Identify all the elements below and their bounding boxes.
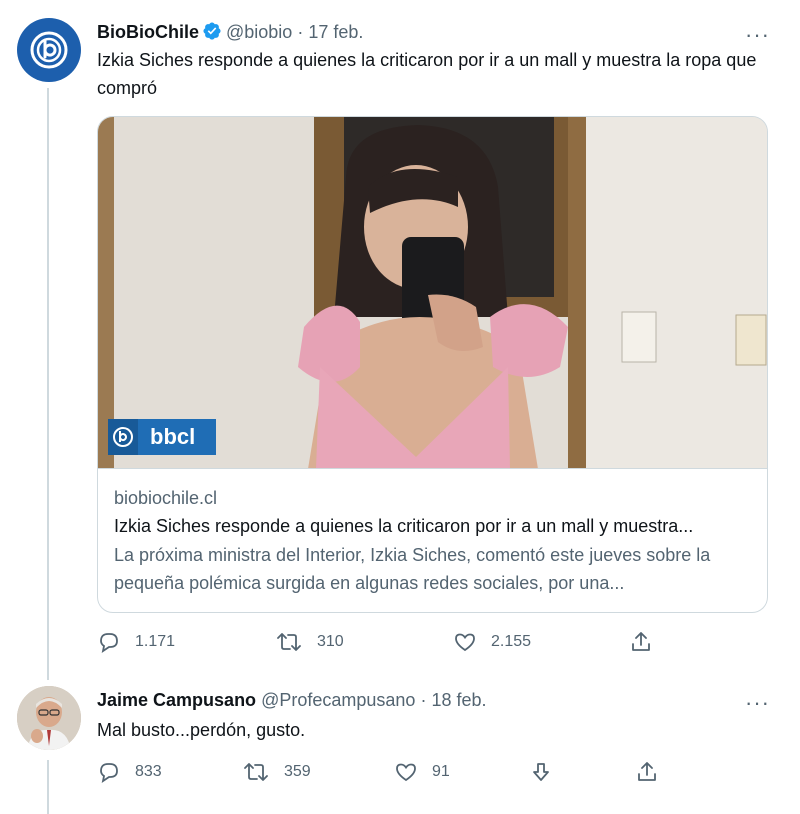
thread-line bbox=[47, 88, 49, 680]
card-title: Izkia Siches responde a quienes la criti… bbox=[114, 516, 694, 536]
tweet-date[interactable]: 17 feb. bbox=[308, 22, 363, 42]
reply-button[interactable]: 1.171 bbox=[97, 630, 275, 654]
tweet-header: Jaime Campusano @Profecampusano · 18 feb… bbox=[97, 688, 487, 712]
more-icon[interactable]: ··· bbox=[745, 24, 770, 46]
tweet-text: Izkia Siches responde a quienes la criti… bbox=[97, 50, 757, 98]
downvote-button[interactable] bbox=[529, 760, 635, 784]
share-button[interactable] bbox=[635, 760, 659, 784]
separator: · bbox=[420, 690, 427, 710]
tweet-date[interactable]: 18 feb. bbox=[431, 690, 486, 710]
handle[interactable]: @Profecampusano bbox=[261, 690, 415, 710]
biobio-avatar[interactable] bbox=[17, 18, 81, 82]
reply-count: 833 bbox=[135, 763, 162, 780]
display-name[interactable]: BioBioChile bbox=[97, 22, 199, 42]
like-icon bbox=[396, 763, 416, 782]
retweet-count: 310 bbox=[317, 633, 344, 650]
like-count: 91 bbox=[432, 763, 450, 780]
card-domain: biobiochile.cl bbox=[114, 488, 218, 508]
reply-count: 1.171 bbox=[135, 633, 176, 650]
retweet-icon bbox=[277, 633, 301, 651]
share-icon bbox=[638, 762, 656, 781]
tweet-actions: 1.171 310 2.155 bbox=[97, 630, 677, 654]
like-button[interactable]: 2.155 bbox=[453, 630, 629, 654]
like-button[interactable]: 91 bbox=[394, 760, 529, 784]
retweet-button[interactable]: 310 bbox=[275, 630, 453, 654]
tweet-text: Mal busto...perdón, gusto. bbox=[97, 720, 306, 740]
bbcl-watermark: bbcl bbox=[108, 419, 216, 455]
like-icon bbox=[455, 633, 475, 652]
bbcl-logo-icon bbox=[108, 419, 138, 455]
verified-badge-icon bbox=[202, 21, 222, 47]
card-body: biobiochile.cl Izkia Siches responde a q… bbox=[98, 469, 767, 597]
downvote-icon bbox=[533, 763, 549, 781]
card-description: La próxima ministra del Interior, Izkia … bbox=[114, 545, 711, 593]
share-icon bbox=[632, 632, 650, 651]
retweet-icon bbox=[244, 763, 268, 781]
like-count: 2.155 bbox=[491, 633, 532, 650]
card-photo bbox=[98, 117, 767, 468]
display-name[interactable]: Jaime Campusano bbox=[97, 690, 256, 710]
retweet-button[interactable]: 359 bbox=[242, 760, 394, 784]
link-card[interactable]: bbcl biobiochile.cl Izkia Siches respond… bbox=[97, 116, 768, 613]
reply-icon bbox=[100, 763, 118, 783]
user-avatar[interactable] bbox=[17, 686, 81, 750]
card-image[interactable]: bbcl bbox=[98, 117, 767, 469]
handle[interactable]: @biobio bbox=[226, 22, 292, 42]
tweet-header: BioBioChile @biobio · 17 feb. bbox=[97, 20, 363, 47]
separator: · bbox=[297, 22, 304, 42]
reply-button[interactable]: 833 bbox=[97, 760, 242, 784]
thread-line bbox=[47, 760, 49, 814]
share-button[interactable] bbox=[629, 630, 653, 654]
more-icon[interactable]: ··· bbox=[745, 692, 770, 714]
watermark-text: bbcl bbox=[150, 424, 196, 449]
retweet-count: 359 bbox=[284, 763, 311, 780]
reply-icon bbox=[100, 633, 118, 653]
user-photo bbox=[17, 686, 81, 750]
biobio-logo-icon bbox=[30, 31, 68, 69]
tweet-actions: 833 359 91 bbox=[97, 760, 677, 784]
